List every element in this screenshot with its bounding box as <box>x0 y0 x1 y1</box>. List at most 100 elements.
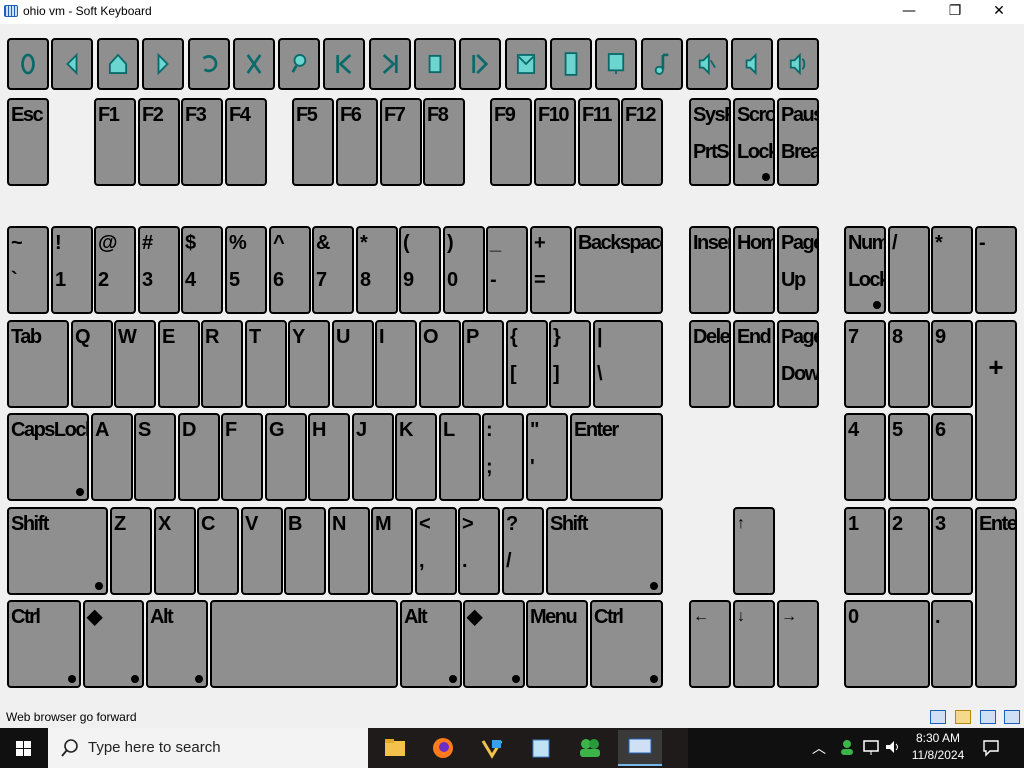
key-f3[interactable]: F3 <box>181 98 223 186</box>
notifications-icon[interactable] <box>982 739 1000 757</box>
file-explorer-icon[interactable] <box>375 732 415 764</box>
key-f10[interactable]: F10 <box>534 98 576 186</box>
key-period[interactable]: >. <box>458 507 500 595</box>
key-numpad-subtract[interactable]: - <box>975 226 1017 314</box>
key-comma[interactable]: <, <box>415 507 457 595</box>
key-numpad-5[interactable]: 5 <box>888 413 930 501</box>
key-l[interactable]: L <box>439 413 481 501</box>
key-g[interactable]: G <box>265 413 307 501</box>
start-button[interactable] <box>0 728 48 768</box>
key-scroll-lock[interactable]: ScrollLock <box>733 98 775 186</box>
key-a[interactable]: A <box>91 413 133 501</box>
key-e[interactable]: E <box>158 320 200 408</box>
key-6[interactable]: ^ 6 <box>269 226 311 314</box>
key-right-windows[interactable]: ◆ <box>463 600 525 688</box>
media-key-media-select[interactable] <box>641 38 683 90</box>
key-n[interactable]: N <box>328 507 370 595</box>
key-8[interactable]: * 8 <box>356 226 398 314</box>
key-space[interactable] <box>210 600 398 688</box>
media-key-mail[interactable] <box>505 38 547 90</box>
key-v[interactable]: V <box>241 507 283 595</box>
key-f[interactable]: F <box>221 413 263 501</box>
key-insert[interactable]: Insert <box>689 226 731 314</box>
key-d[interactable]: D <box>178 413 220 501</box>
key-s[interactable]: S <box>134 413 176 501</box>
key-u[interactable]: U <box>332 320 374 408</box>
key-0[interactable]: ) 0 <box>443 226 485 314</box>
clock[interactable]: 8:30 AM 11/8/2024 <box>906 730 970 764</box>
key-f9[interactable]: F9 <box>490 98 532 186</box>
key-numpad-0[interactable]: 0 <box>844 600 930 688</box>
key-tab[interactable]: Tab <box>7 320 69 408</box>
key-equal[interactable]: + = <box>530 226 572 314</box>
key-f8[interactable]: F8 <box>423 98 465 186</box>
key-arrow-left[interactable]: ← <box>689 600 731 688</box>
key-b[interactable]: B <box>284 507 326 595</box>
key-7[interactable]: & 7 <box>312 226 354 314</box>
key-left-bracket[interactable]: {[ <box>506 320 548 408</box>
key-right-alt[interactable]: Alt <box>400 600 462 688</box>
key-page-down[interactable]: PageDown <box>777 320 819 408</box>
key-right-shift[interactable]: Shift <box>546 507 663 595</box>
key-right-bracket[interactable]: }] <box>549 320 591 408</box>
key-f7[interactable]: F7 <box>380 98 422 186</box>
key-x[interactable]: X <box>154 507 196 595</box>
user-icon[interactable] <box>838 738 856 756</box>
key-numpad-2[interactable]: 2 <box>888 507 930 595</box>
key-left-windows[interactable]: ◆ <box>83 600 144 688</box>
key-semicolon[interactable]: :; <box>482 413 524 501</box>
key-f6[interactable]: F6 <box>336 98 378 186</box>
notepad-icon[interactable] <box>521 732 561 764</box>
key-f11[interactable]: F11 <box>578 98 620 186</box>
key-enter[interactable]: Enter <box>570 413 663 501</box>
firefox-icon[interactable] <box>423 732 463 764</box>
help-icon[interactable] <box>1004 710 1020 724</box>
network-icon[interactable] <box>862 738 880 756</box>
media-key-my-computer[interactable] <box>595 38 637 90</box>
media-key-volume-mute[interactable] <box>686 38 728 90</box>
media-key-browser-refresh[interactable] <box>188 38 230 90</box>
key-numpad-8[interactable]: 8 <box>888 320 930 408</box>
key-left-ctrl[interactable]: Ctrl <box>7 600 81 688</box>
key-caps-lock[interactable]: CapsLock <box>7 413 89 501</box>
key-arrow-up[interactable]: ↑ <box>733 507 775 595</box>
key-f5[interactable]: F5 <box>292 98 334 186</box>
key-esc[interactable]: Esc <box>7 98 49 186</box>
media-key-browser-search[interactable] <box>278 38 320 90</box>
key-4[interactable]: $4 <box>181 226 223 314</box>
key-f1[interactable]: F1 <box>94 98 136 186</box>
key-f2[interactable]: F2 <box>138 98 180 186</box>
key-m[interactable]: M <box>371 507 413 595</box>
key-numpad-1[interactable]: 1 <box>844 507 886 595</box>
key-numpad-7[interactable]: 7 <box>844 320 886 408</box>
volume-icon[interactable] <box>884 738 902 756</box>
key-9[interactable]: (9 <box>399 226 441 314</box>
key-r[interactable]: R <box>201 320 243 408</box>
media-key-next-track[interactable] <box>369 38 411 90</box>
soft-keyboard-taskbar-icon[interactable] <box>618 730 662 766</box>
key-numpad-add[interactable]: + <box>975 320 1017 501</box>
key-t[interactable]: T <box>245 320 287 408</box>
people-icon[interactable] <box>570 732 610 764</box>
key-home[interactable]: Home <box>733 226 775 314</box>
key-3[interactable]: #3 <box>138 226 180 314</box>
key-k[interactable]: K <box>395 413 437 501</box>
key-backspace[interactable]: Backspace <box>574 226 663 314</box>
key-j[interactable]: J <box>352 413 394 501</box>
key-quote[interactable]: " ' <box>526 413 568 501</box>
key-5[interactable]: % 5 <box>225 226 267 314</box>
media-key-previous-track[interactable] <box>323 38 365 90</box>
media-key-play-pause[interactable] <box>459 38 501 90</box>
key-arrow-down[interactable]: ↓ <box>733 600 775 688</box>
key-2[interactable]: @2 <box>94 226 136 314</box>
key-right-ctrl[interactable]: Ctrl <box>590 600 663 688</box>
key-numpad-multiply[interactable]: * <box>931 226 973 314</box>
key-i[interactable]: I <box>375 320 417 408</box>
key-page-up[interactable]: Page Up <box>777 226 819 314</box>
key-slash[interactable]: ? / <box>502 507 544 595</box>
key-delete[interactable]: Delete <box>689 320 731 408</box>
maximize-button[interactable]: ❐ <box>932 0 978 24</box>
key-p[interactable]: P <box>462 320 504 408</box>
key-left-alt[interactable]: Alt <box>146 600 208 688</box>
key-y[interactable]: Y <box>288 320 330 408</box>
